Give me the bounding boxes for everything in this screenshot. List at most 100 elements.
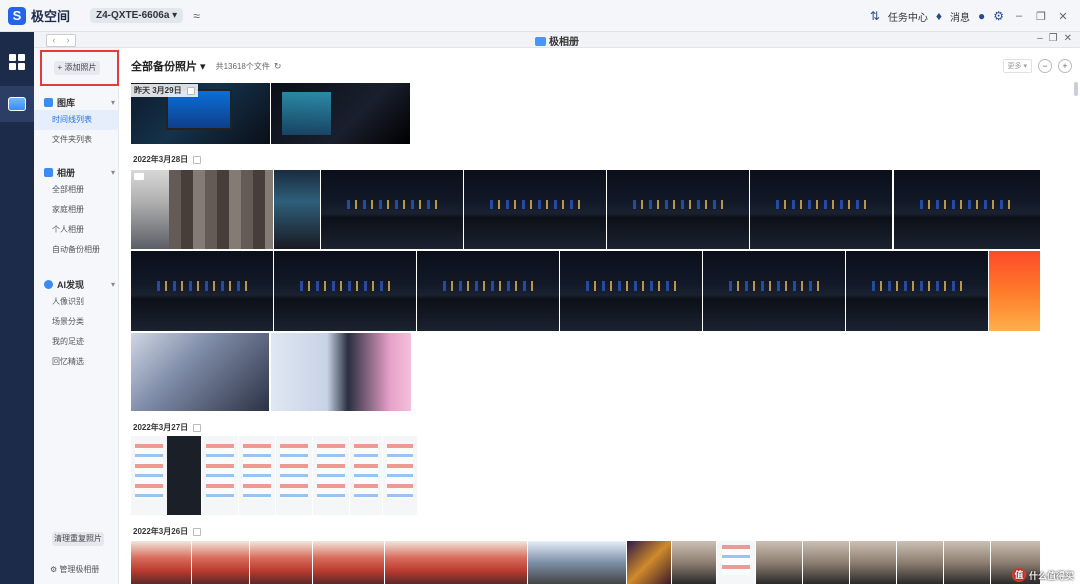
nav-item-folders[interactable]: 文件夹列表 [34, 130, 119, 150]
nav-group-ai: AI发现 ▾ 人像识别 场景分类 我的足迹 回忆精选 [34, 276, 119, 372]
zoom-in-icon[interactable]: + [1058, 59, 1072, 73]
photo-thumbnail[interactable] [850, 541, 896, 584]
photo-thumbnail[interactable] [131, 251, 273, 331]
user-icon[interactable]: ● [978, 9, 985, 23]
nav-item-timeline[interactable]: 时间线列表 [34, 110, 119, 130]
nav-item-scene-classification[interactable]: 场景分类 [34, 312, 119, 332]
file-count: 共13618个文件 [215, 61, 270, 71]
select-checkbox[interactable] [193, 155, 202, 164]
video-thumbnail[interactable] [131, 170, 169, 249]
photo-thumbnail[interactable] [894, 170, 1040, 249]
photo-thumbnail[interactable] [131, 436, 167, 515]
window-minimize-icon[interactable]: – [1037, 33, 1043, 44]
clear-duplicates-button[interactable]: 清理重复照片 [52, 532, 104, 546]
photo-thumbnail[interactable] [313, 436, 349, 515]
nav-item-face-recognition[interactable]: 人像识别 [34, 292, 119, 312]
gear-icon: ⚙ [50, 565, 58, 574]
gear-icon[interactable]: ⚙ [993, 9, 1004, 23]
more-dropdown[interactable]: 更多 ▾ [1002, 59, 1032, 73]
nav-head-library[interactable]: 图库 ▾ [34, 94, 119, 110]
filter-dropdown[interactable]: 全部备份照片 ▾ [131, 58, 206, 74]
photo-thumbnail[interactable] [803, 541, 849, 584]
zoom-out-icon[interactable]: − [1038, 59, 1052, 73]
date-label: 2022年3月26日 [133, 527, 189, 536]
nav-item-memories[interactable]: 回忆精选 [34, 352, 119, 372]
nav-head-albums[interactable]: 相册 ▾ [34, 164, 119, 180]
photo-thumbnail[interactable] [202, 436, 238, 515]
nav-item-family-albums[interactable]: 家庭相册 [34, 200, 119, 220]
photo-thumbnail[interactable] [627, 541, 671, 584]
photo-thumbnail[interactable] [672, 541, 716, 584]
nav-item-my-footprints[interactable]: 我的足迹 [34, 332, 119, 352]
app-logo: S 极空间 [8, 6, 70, 25]
photo-thumbnail[interactable] [846, 251, 988, 331]
photo-thumbnail[interactable] [250, 541, 312, 584]
photo-thumbnail[interactable] [607, 170, 749, 249]
select-checkbox[interactable] [186, 86, 195, 95]
nav-head-label: 图库 [57, 97, 76, 108]
photo-thumbnail[interactable] [131, 541, 191, 584]
task-center-label[interactable]: 任务中心 [888, 9, 928, 24]
photo-thumbnail[interactable] [167, 436, 201, 515]
nav-head-ai[interactable]: AI发现 ▾ [34, 276, 119, 292]
photo-thumbnail[interactable] [560, 251, 702, 331]
apps-grid-icon[interactable] [0, 44, 34, 80]
refresh-icon[interactable]: ↻ [274, 61, 282, 72]
photo-thumbnail[interactable] [528, 541, 626, 584]
photo-thumbnail[interactable] [944, 541, 990, 584]
ai-icon [44, 279, 53, 289]
nav-item-all-albums[interactable]: 全部相册 [34, 180, 119, 200]
filter-title: 全部备份照片 [131, 61, 197, 73]
nav-item-auto-backup-albums[interactable]: 自动备份相册 [34, 240, 119, 260]
photo-thumbnail[interactable] [239, 436, 275, 515]
watermark-logo-icon: 值 [1011, 568, 1026, 582]
photo-thumbnail[interactable] [192, 541, 249, 584]
photo-thumbnail[interactable] [169, 170, 273, 249]
window-close-icon[interactable]: ✕ [1064, 33, 1072, 44]
photo-thumbnail[interactable] [383, 436, 417, 515]
manage-album-link[interactable]: ⚙ 管理极相册 [50, 564, 99, 575]
date-header: 2022年3月28日 [133, 154, 202, 165]
window-restore-icon[interactable]: ❐ [1049, 33, 1058, 44]
close-icon[interactable]: ✕ [1056, 10, 1070, 23]
photo-album-app-icon[interactable] [0, 86, 34, 122]
watermark: 值 什么值得买 [1011, 568, 1074, 582]
photo-thumbnail[interactable] [756, 541, 802, 584]
scrollbar[interactable] [1074, 82, 1078, 96]
select-checkbox[interactable] [193, 423, 202, 432]
photo-thumbnail[interactable] [271, 83, 410, 144]
wifi-icon: ≈ [193, 8, 200, 23]
photo-thumbnail[interactable] [313, 541, 384, 584]
sidebar: + 添加照片 图库 ▾ 时间线列表 文件夹列表 相册 ▾ 全部相册 家庭相册 个人相… [34, 48, 119, 584]
photo-thumbnail[interactable] [989, 251, 1040, 331]
minimize-icon[interactable]: – [1012, 10, 1026, 22]
add-photo-button[interactable]: + 添加照片 [54, 61, 100, 75]
photo-thumbnail[interactable] [276, 436, 312, 515]
photo-thumbnail[interactable] [385, 541, 527, 584]
nav-item-personal-albums[interactable]: 个人相册 [34, 220, 119, 240]
photo-thumbnail[interactable] [350, 436, 382, 515]
bell-icon[interactable]: ♦ [936, 9, 942, 23]
restore-icon[interactable]: ❐ [1034, 10, 1048, 23]
device-name: Z4-QXTE-6606a [96, 10, 170, 21]
library-icon [44, 97, 53, 107]
select-checkbox[interactable] [193, 527, 202, 536]
date-header: 2022年3月26日 [133, 526, 202, 537]
photo-thumbnail[interactable] [703, 251, 845, 331]
device-select[interactable]: Z4-QXTE-6606a ▾ [90, 8, 184, 23]
photo-thumbnail[interactable] [464, 170, 606, 249]
task-center-icon[interactable]: ⇅ [870, 9, 880, 23]
photo-thumbnail[interactable] [131, 333, 269, 411]
main-toolbar: 全部备份照片 ▾ 共13618个文件 ↻ [131, 58, 281, 74]
photo-thumbnail[interactable] [274, 170, 320, 249]
chevron-down-icon: ▾ [110, 97, 115, 107]
photo-thumbnail[interactable] [271, 333, 411, 411]
photo-thumbnail[interactable] [321, 170, 463, 249]
messages-label[interactable]: 消息 [950, 9, 970, 24]
photo-thumbnail[interactable] [897, 541, 943, 584]
photo-thumbnail[interactable] [717, 541, 755, 584]
app-top-bar: S 极空间 Z4-QXTE-6606a ▾ ≈ ⇅ 任务中心 ♦ 消息 ● ⚙ … [0, 0, 1080, 32]
photo-thumbnail[interactable] [750, 170, 892, 249]
photo-thumbnail[interactable] [417, 251, 559, 331]
photo-thumbnail[interactable] [274, 251, 416, 331]
